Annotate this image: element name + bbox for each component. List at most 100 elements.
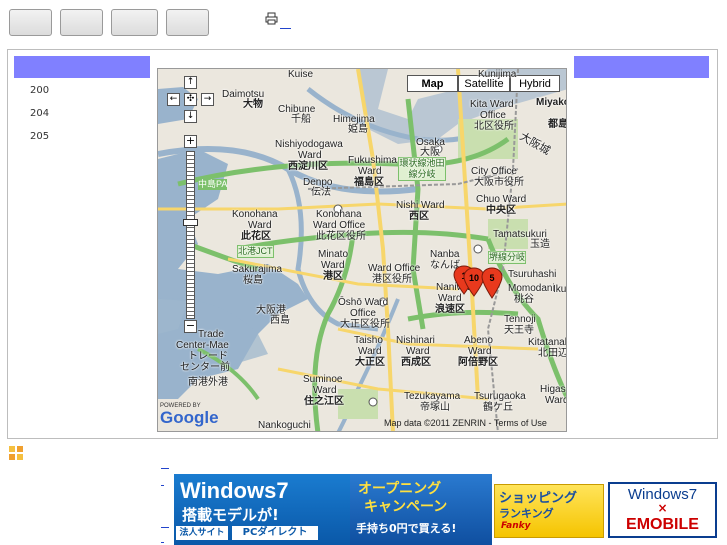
marker-5-label: 5	[489, 273, 494, 283]
map-label: 北田辺	[538, 348, 567, 359]
banner-campaign: キャンペーン	[364, 499, 448, 515]
map-label: 鶴ケ丘	[483, 402, 513, 413]
map-label: Konohana	[232, 209, 278, 220]
map-label: 都島	[548, 119, 567, 130]
map-label: Momodani	[508, 283, 555, 294]
pan-center-icon[interactable]: ✣	[184, 93, 197, 106]
map-label: Center-Mae	[176, 340, 229, 351]
link-mark[interactable]	[161, 468, 169, 469]
map-label: Kitatanabe	[528, 337, 566, 348]
pan-right-icon[interactable]: →	[201, 93, 214, 106]
banner-fanky: Fanky	[501, 521, 531, 531]
map-label: Miyako	[536, 97, 567, 108]
map-label: Nishi Ward	[396, 200, 445, 211]
map-label: Office	[480, 110, 506, 121]
toolbar-button-3[interactable]	[111, 9, 158, 36]
map-label: Chuo Ward	[476, 194, 527, 205]
map-label: Ward	[321, 260, 345, 271]
pan-up-icon[interactable]: ↑	[184, 76, 197, 89]
link-mark[interactable]	[161, 485, 164, 486]
map-label: Ward	[358, 346, 382, 357]
link-mark[interactable]	[161, 527, 169, 528]
map-label: Ward	[406, 346, 430, 357]
map-label: Ward	[248, 220, 272, 231]
map-label: Sakurajima	[232, 264, 283, 275]
google-logo[interactable]: POWERED BY Google	[160, 403, 219, 427]
map-label: Taisho	[354, 335, 383, 346]
toolbar-button-2[interactable]	[60, 9, 103, 36]
map-label: Tennoji	[504, 314, 536, 325]
list-item[interactable]: 204	[30, 108, 49, 119]
zoom-slider-handle[interactable]	[183, 219, 198, 226]
map-label: Ward	[313, 385, 337, 396]
map-type-map[interactable]: Map	[407, 75, 458, 92]
banner-site-label: 法人サイト	[176, 526, 228, 540]
link-mark[interactable]	[161, 542, 164, 543]
map-type-hybrid[interactable]: Hybrid	[510, 75, 560, 92]
map-label: 中央区	[486, 205, 516, 216]
map-view[interactable]: Map Satellite Hybrid ↑ ← ✣ → ↓ + − Kuise…	[157, 68, 567, 432]
map-label: 玉造	[530, 239, 550, 250]
map-label: 港区役所	[372, 274, 412, 285]
marker-10-label: 10	[469, 273, 479, 283]
map-label: Iku	[553, 284, 567, 295]
map-label: 千船	[291, 114, 311, 125]
zoom-in-icon[interactable]: +	[184, 135, 197, 148]
map-label: Ward	[298, 150, 322, 161]
emobile-banner[interactable]: Windows7 × EMOBILE	[608, 482, 717, 538]
map-label: Nankoguchi	[258, 420, 311, 431]
map-label: センター前	[180, 362, 230, 373]
windows7-banner[interactable]: Windows7 搭載モデルが! 法人サイト PCダイレクト	[174, 474, 350, 545]
map-label: 此花区役所	[316, 231, 366, 242]
map-label: Kunijima	[478, 69, 517, 80]
zoom-slider[interactable]	[186, 151, 195, 319]
map-label: Kita Ward	[470, 99, 514, 110]
map-label: 住之江区	[304, 396, 344, 407]
pan-left-icon[interactable]: ←	[167, 93, 180, 106]
banner-emobile: EMOBILE	[626, 516, 699, 533]
map-label: Nishiyodogawa	[275, 139, 343, 150]
banner-price: 手持ち0円で買える!	[356, 522, 457, 535]
print-link[interactable]	[280, 15, 291, 29]
map-label: 大物	[243, 99, 263, 110]
map-label: 中島PA	[198, 179, 228, 190]
map-label: 堺線分岐	[488, 251, 527, 264]
printer-icon[interactable]	[265, 12, 278, 29]
map-label: Tsuruhashi	[508, 269, 557, 280]
map-label: Konohana	[316, 209, 362, 220]
marker-group[interactable]: 1 10 5	[453, 265, 514, 306]
map-label: Tsurugaoka	[474, 391, 526, 402]
map-label: Ōshō Ward	[338, 297, 389, 308]
map-label: 桃谷	[514, 294, 534, 305]
map-label: 福島区	[354, 177, 384, 188]
banner-windows7-title: Windows7	[180, 478, 289, 503]
map-label: 伝法	[311, 187, 331, 198]
map-label: 西成区	[401, 357, 431, 368]
toolbar-button-4[interactable]	[166, 9, 209, 36]
list-item[interactable]: 200	[30, 85, 49, 96]
toolbar-button-1[interactable]	[9, 9, 52, 36]
map-label: Ward Office	[368, 263, 421, 274]
zoom-out-icon[interactable]: −	[184, 320, 197, 333]
list-item[interactable]: 205	[30, 131, 49, 142]
pan-down-icon[interactable]: ↓	[184, 110, 197, 123]
map-label: City Office	[471, 166, 517, 177]
map-label: Office	[350, 308, 376, 319]
map-label: Trade	[198, 329, 224, 340]
map-label: 姫島	[348, 124, 368, 135]
map-attribution[interactable]: Map data ©2011 ZENRIN - Terms of Use	[384, 418, 547, 428]
shopping-banner[interactable]: ショッピング ランキング Fanky	[494, 484, 604, 538]
map-label: 大正区役所	[340, 319, 390, 330]
banner-pc-label: PCダイレクト	[232, 526, 318, 540]
map-label: Abeno	[464, 335, 493, 346]
map-label: 此花区	[241, 231, 271, 242]
map-label: 大阪市役所	[474, 177, 524, 188]
map-label: Minato	[318, 249, 349, 260]
grid-icon[interactable]	[9, 446, 23, 460]
map-label: Fukushima	[348, 155, 397, 166]
map-label: 天王寺	[504, 325, 534, 336]
map-label: Ward	[545, 395, 567, 406]
banner-opening: オープニング	[358, 481, 442, 497]
campaign-banner[interactable]: オープニング キャンペーン 手持ち0円で買える!	[350, 474, 492, 545]
map-label: Nanba	[430, 249, 460, 260]
